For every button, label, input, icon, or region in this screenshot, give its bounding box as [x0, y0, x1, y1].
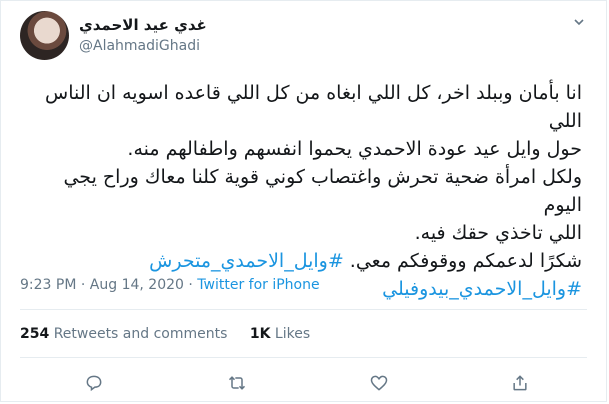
- reply-icon[interactable]: [82, 371, 106, 395]
- divider: [20, 357, 587, 358]
- tweet-stats: 254 Retweets and comments 1K Likes: [20, 326, 328, 342]
- tweet-source-link[interactable]: Twitter for iPhone: [197, 277, 319, 293]
- likes-stat[interactable]: 1K Likes: [250, 326, 310, 342]
- author-handle[interactable]: @AlahmadiGhadi: [79, 36, 207, 56]
- tweet-line-with-hashtag: شكرًا لدعمكم ووقوفكم معي. #وايل_الاحمدي_…: [21, 247, 582, 275]
- meta-separator: ·: [188, 277, 193, 293]
- retweets-count: 254: [20, 326, 50, 342]
- hashtag-link[interactable]: #وايل_الاحمدي_بيدوفيلي: [382, 278, 582, 300]
- tweet-date[interactable]: Aug 14, 2020: [90, 277, 184, 293]
- tweet-time[interactable]: 9:23 PM: [20, 277, 76, 293]
- likes-label: Likes: [274, 326, 311, 342]
- tweet-line: انا بأمان وببلد اخر، كل اللي ابغاه من كل…: [45, 82, 582, 132]
- retweet-icon[interactable]: [225, 371, 249, 395]
- divider: [20, 309, 587, 310]
- tweet-line: حول وايل عيد عودة الاحمدي يحموا انفسهم و…: [127, 138, 582, 160]
- share-icon[interactable]: [508, 371, 532, 395]
- retweets-label: Retweets and comments: [53, 326, 228, 342]
- tweet-line: ولكل امرأة ضحية تحرش واغتصاب كوني قوية ك…: [63, 166, 582, 216]
- chevron-down-icon[interactable]: [570, 15, 588, 33]
- likes-count: 1K: [249, 326, 271, 342]
- author-display-name[interactable]: غدي عيد الاحمدي: [79, 15, 207, 35]
- heart-icon[interactable]: [367, 371, 391, 395]
- avatar[interactable]: [20, 11, 69, 60]
- retweets-stat[interactable]: 254 Retweets and comments: [20, 326, 232, 342]
- tweet-line: شكرًا لدعمكم ووقوفكم معي.: [349, 250, 582, 272]
- tweet-card: غدي عيد الاحمدي @AlahmadiGhadi انا بأمان…: [0, 0, 607, 402]
- tweet-line: اللي تاخذي حقك فيه.: [414, 222, 582, 244]
- meta-separator: ·: [80, 277, 86, 293]
- tweet-meta: 9:23 PM · Aug 14, 2020 · Twitter for iPh…: [20, 277, 320, 293]
- author-block[interactable]: غدي عيد الاحمدي @AlahmadiGhadi: [79, 15, 207, 56]
- hashtag-link[interactable]: #وايل_الاحمدي_متحرش: [149, 250, 344, 272]
- tweet-actions: [1, 369, 606, 397]
- tweet-text: انا بأمان وببلد اخر، كل اللي ابغاه من كل…: [21, 79, 582, 303]
